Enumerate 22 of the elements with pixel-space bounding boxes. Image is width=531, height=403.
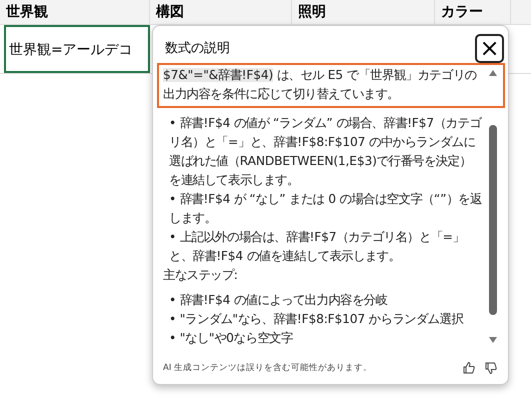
thumbs-down-icon[interactable] bbox=[484, 361, 498, 375]
detail-text: • 辞書!F$4 が “なし” または 0 の場合は空文字（“”）を返します。 bbox=[168, 191, 482, 227]
scrollbar[interactable] bbox=[486, 69, 500, 344]
step-text: • 辞書!F$4 の値によって出力内容を分岐 bbox=[168, 292, 388, 309]
scroll-down-icon[interactable] bbox=[488, 336, 498, 344]
column-header[interactable]: カラー bbox=[435, 0, 511, 24]
thumbs-up-icon[interactable] bbox=[462, 361, 476, 375]
column-header[interactable]: 世界観 bbox=[0, 0, 150, 24]
steps-title: 主なステップ: bbox=[163, 267, 239, 284]
column-header[interactable]: 構図 bbox=[150, 0, 292, 24]
panel-title: 数式の説明 bbox=[165, 40, 230, 57]
step-text: • "ランダム"なら、辞書!F$8:F$107 からランダム選択 bbox=[168, 311, 464, 328]
detail-text: • 上記以外の場合は、辞書!F$7（カテゴリ名）と「=」と、辞書!F$4 の値を連結して表示します。 bbox=[168, 229, 466, 265]
scrollbar-thumb[interactable] bbox=[489, 125, 497, 315]
close-button[interactable]: × bbox=[475, 34, 504, 62]
scroll-up-icon[interactable] bbox=[488, 69, 498, 77]
intro-text: $7&"="&辞書!F$4) は、セル E5 で「世界観」カテゴリの出力内容を条件に応じて切り替えています。 bbox=[163, 67, 478, 103]
step-text: • "なし"や0なら空文字 bbox=[168, 330, 294, 347]
disclaimer-text: AI 生成コンテンツは誤りを含む可能性があります。 bbox=[163, 362, 374, 374]
table-cell[interactable]: 世界観=アールデコ bbox=[4, 25, 150, 73]
column-header[interactable]: 照明 bbox=[292, 0, 435, 24]
detail-text: • 辞書!F$4 の値が “ランダム” の場合、辞書!F$7（カテゴリ名）と「=」と、辞書!F$8:F$107 の中からランダムに選ばれた値（RANDBETWEEN(1,E$3)で行番号を決定）を連結して表示します。 bbox=[168, 115, 482, 189]
